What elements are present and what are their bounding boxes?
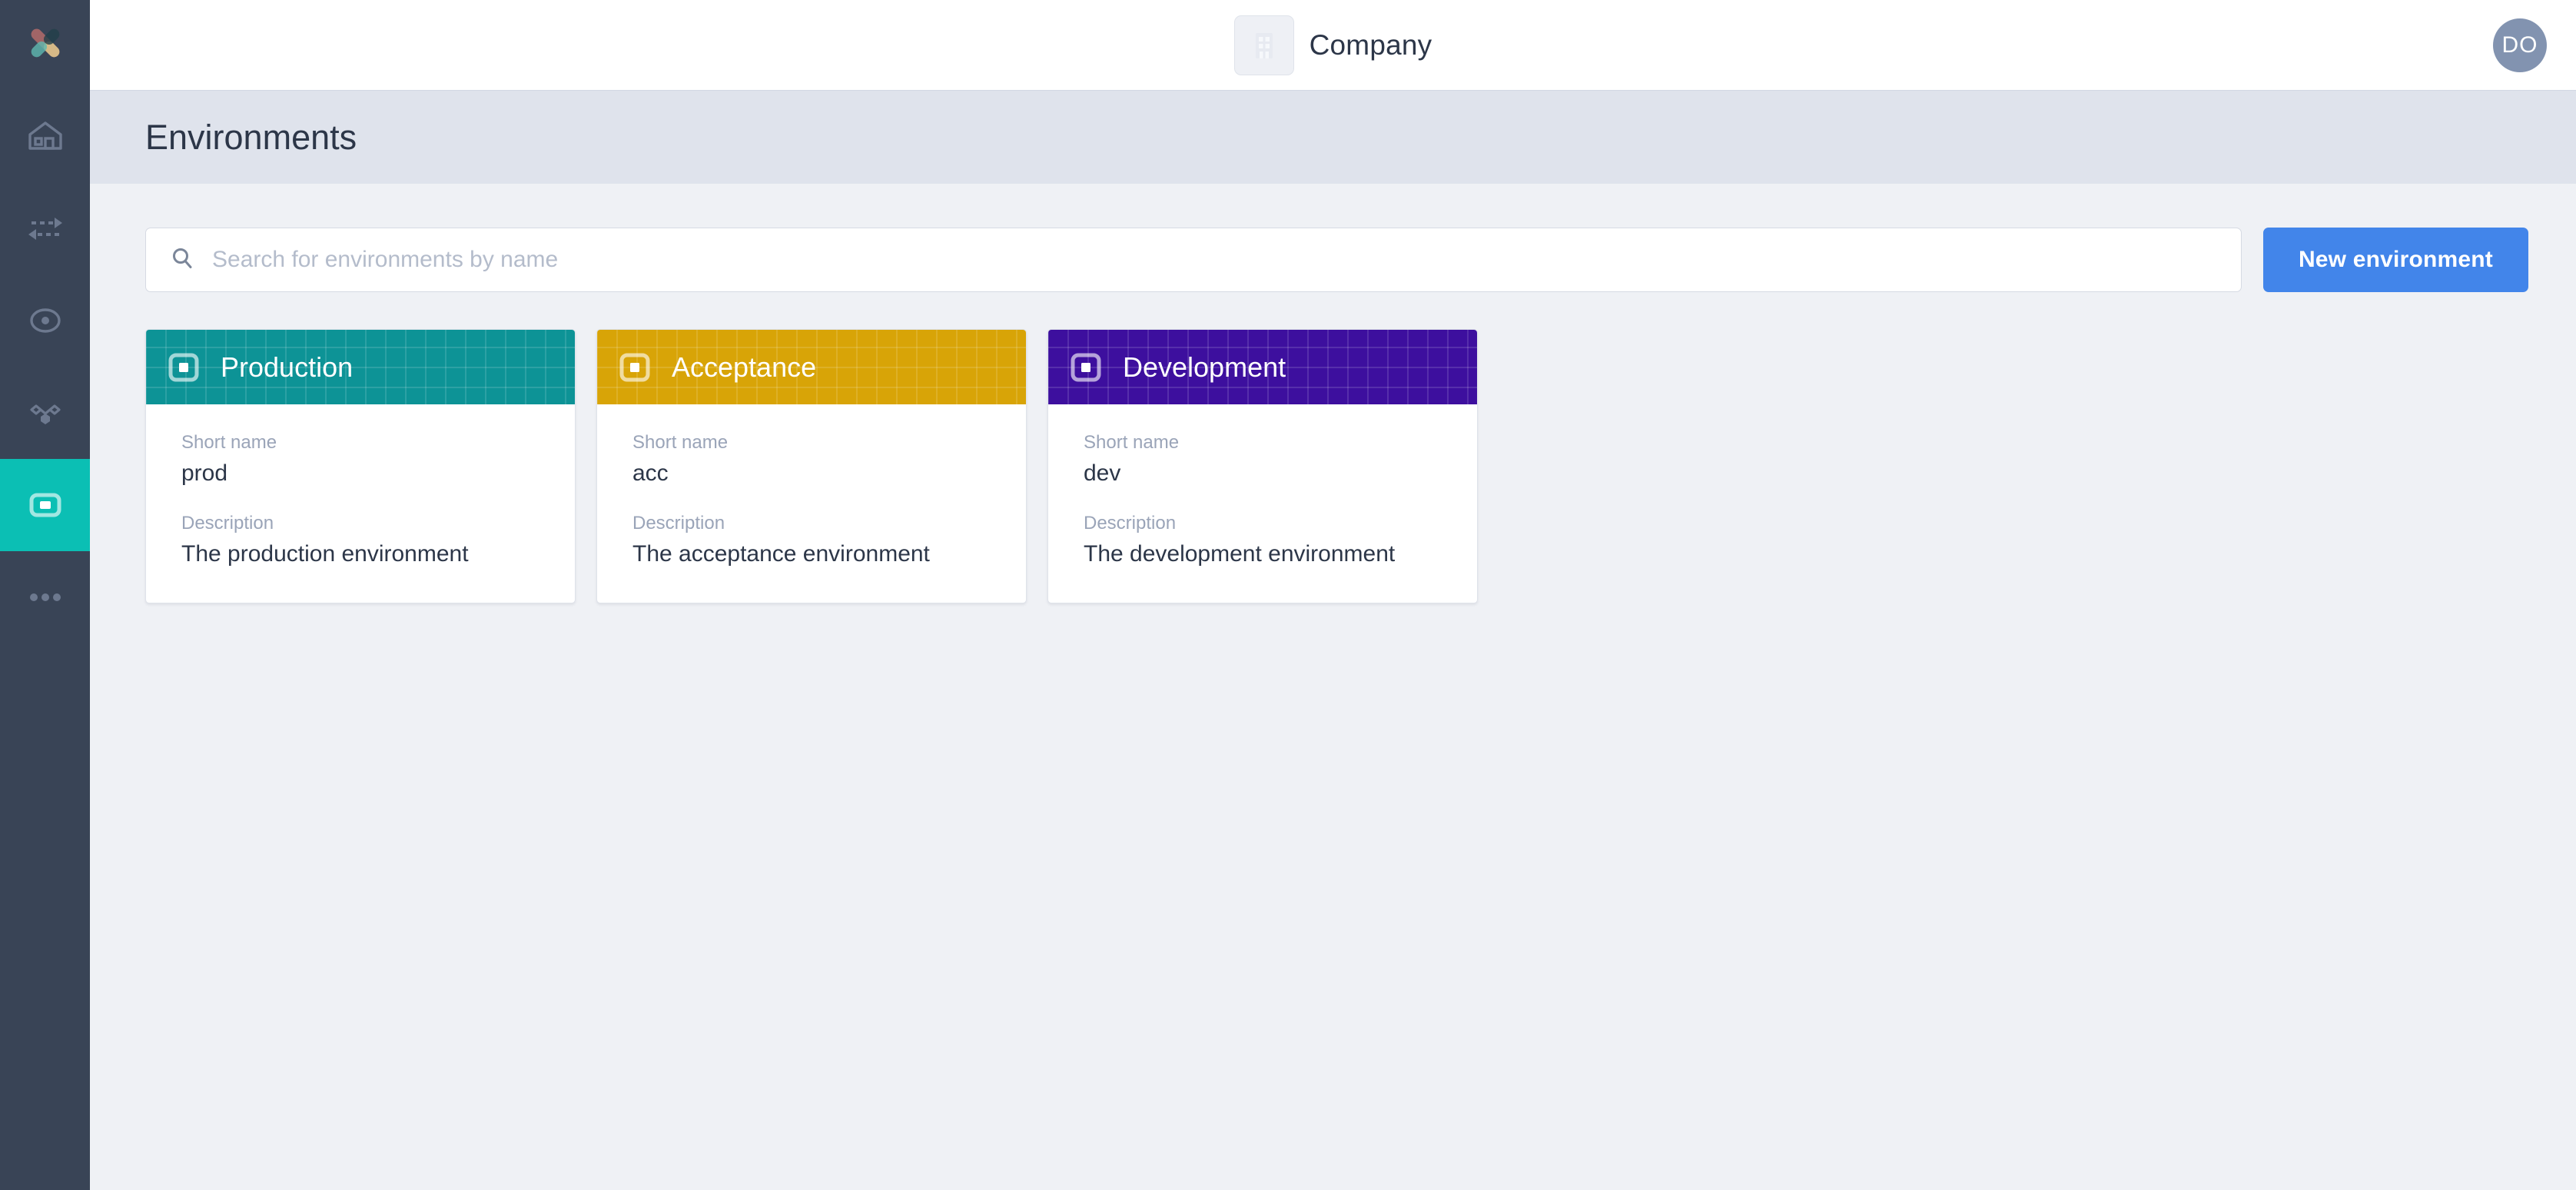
environment-card-body: Short name prod Description The producti… bbox=[146, 404, 575, 603]
new-environment-button[interactable]: New environment bbox=[2262, 228, 2528, 292]
sidebar-item-target[interactable] bbox=[0, 274, 90, 367]
environment-card-dev[interactable]: Development Short name dev Description T… bbox=[1047, 329, 1478, 603]
description-label: Description bbox=[1084, 513, 1177, 534]
target-circle-icon bbox=[24, 299, 67, 342]
environment-square-icon bbox=[167, 351, 201, 384]
description-value: The production environment bbox=[181, 541, 469, 567]
sidebar-item-transfers[interactable] bbox=[0, 182, 90, 274]
short-name-value: dev bbox=[1084, 460, 1121, 486]
short-name-value: prod bbox=[181, 460, 228, 486]
environment-card-header: Production bbox=[146, 330, 575, 404]
main-column: Company DO Environments Ne bbox=[90, 0, 2576, 1190]
sidebar bbox=[0, 0, 90, 1190]
environment-card-body: Short name dev Description The developme… bbox=[1048, 404, 1477, 603]
building-icon bbox=[1233, 15, 1294, 75]
environment-square-icon bbox=[618, 351, 652, 384]
sidebar-item-environments[interactable] bbox=[0, 459, 90, 551]
hexagon-network-icon bbox=[24, 391, 67, 434]
company-switcher[interactable]: Company bbox=[90, 15, 2576, 75]
search-box[interactable] bbox=[145, 228, 2242, 292]
short-name-label: Short name bbox=[1084, 432, 1180, 453]
short-name-label: Short name bbox=[181, 432, 277, 453]
short-name-value: acc bbox=[632, 460, 669, 486]
transfer-arrows-icon bbox=[24, 207, 67, 250]
content-area: New environment Production Short name pr… bbox=[90, 184, 2576, 1190]
app-root: Company DO Environments Ne bbox=[0, 0, 2576, 1190]
environment-name: Development bbox=[1123, 351, 1286, 383]
avatar[interactable]: DO bbox=[2493, 18, 2547, 72]
description-label: Description bbox=[181, 513, 274, 534]
company-name: Company bbox=[1309, 28, 1432, 61]
environment-card-prod[interactable]: Production Short name prod Description T… bbox=[145, 329, 576, 603]
page-title-bar: Environments bbox=[90, 90, 2576, 184]
environment-name: Acceptance bbox=[672, 351, 817, 383]
short-name-label: Short name bbox=[632, 432, 729, 453]
x-logo-icon bbox=[22, 19, 69, 71]
app-logo[interactable] bbox=[0, 0, 90, 90]
sidebar-item-network[interactable] bbox=[0, 367, 90, 459]
environment-square-icon bbox=[1069, 351, 1103, 384]
environment-square-icon bbox=[24, 484, 67, 527]
sidebar-item-home[interactable] bbox=[0, 90, 90, 182]
toolbar: New environment bbox=[145, 228, 2528, 292]
topbar: Company DO bbox=[90, 0, 2576, 90]
more-dots-icon bbox=[24, 576, 67, 619]
description-label: Description bbox=[632, 513, 725, 534]
environment-card-header: Development bbox=[1048, 330, 1477, 404]
description-value: The development environment bbox=[1084, 541, 1396, 567]
page-title: Environments bbox=[145, 117, 357, 157]
sidebar-item-more[interactable] bbox=[0, 551, 90, 643]
environment-card-acc[interactable]: Acceptance Short name acc Description Th… bbox=[596, 329, 1027, 603]
description-value: The acceptance environment bbox=[632, 541, 930, 567]
environment-card-body: Short name acc Description The acceptanc… bbox=[597, 404, 1026, 603]
environment-name: Production bbox=[221, 351, 354, 383]
search-input[interactable] bbox=[212, 247, 2218, 273]
environment-card-header: Acceptance bbox=[597, 330, 1026, 404]
environment-card-list: Production Short name prod Description T… bbox=[145, 329, 2528, 603]
home-icon bbox=[24, 115, 67, 158]
search-icon bbox=[169, 245, 195, 275]
